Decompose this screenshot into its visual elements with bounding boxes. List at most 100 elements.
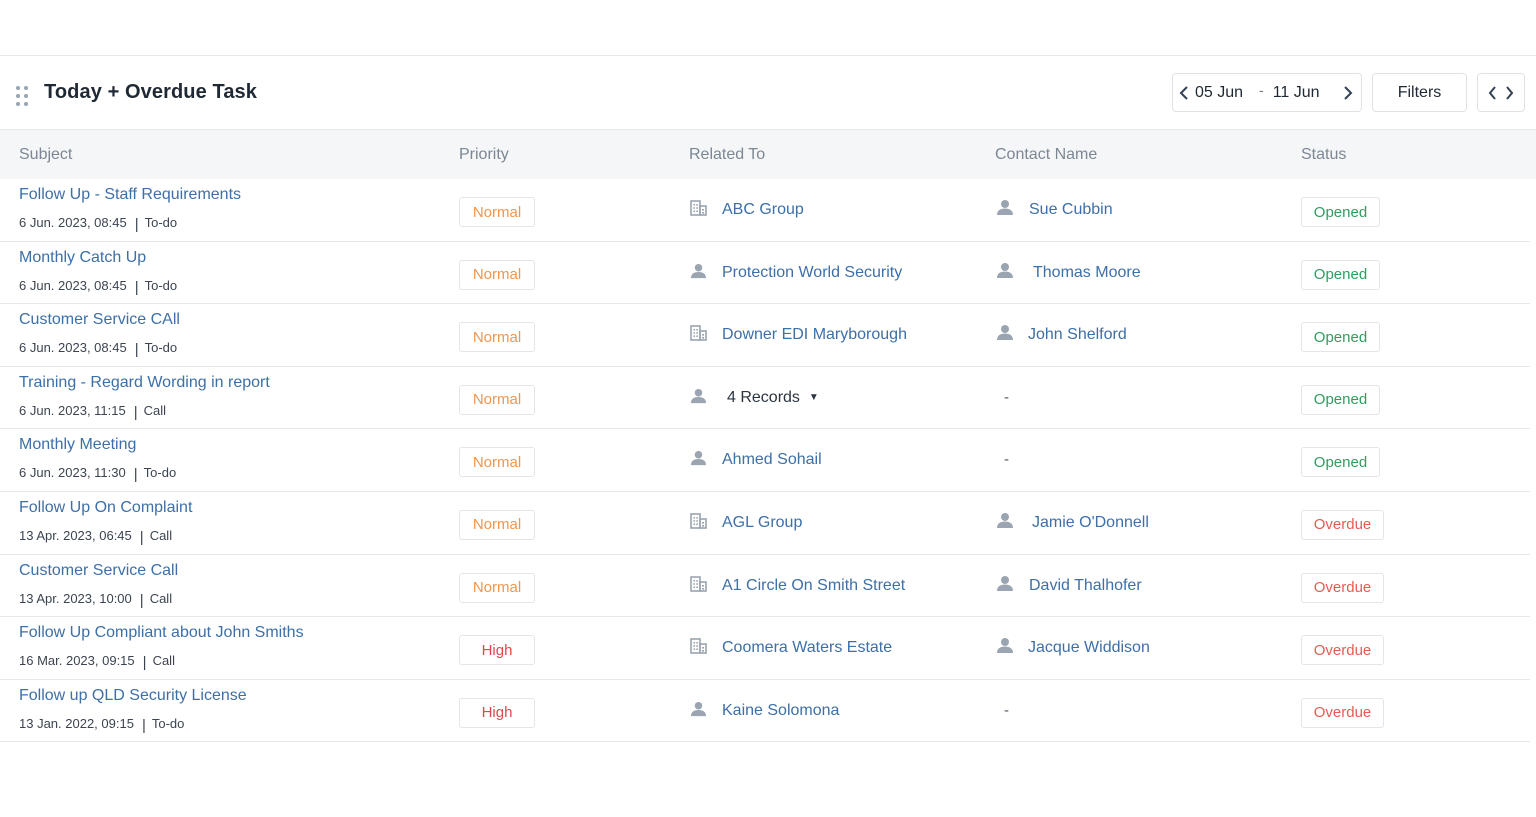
building-icon [690, 200, 707, 216]
person-icon [996, 199, 1014, 216]
contact-name-link[interactable]: David Thalhofer [1029, 577, 1142, 595]
task-meta: 13 Jan. 2022, 09:15 | To-do [19, 715, 185, 734]
column-header-subject[interactable]: Subject [19, 146, 72, 164]
meta-divider: | [134, 278, 139, 296]
building-icon [690, 575, 707, 592]
task-datetime: 13 Apr. 2023, 06:45 [19, 527, 132, 543]
building-icon [690, 638, 707, 654]
column-header-related-to[interactable]: Related To [689, 146, 765, 164]
task-type: To-do [151, 715, 185, 731]
column-header-contact-name[interactable]: Contact Name [995, 146, 1097, 164]
table-row[interactable]: Monthly Catch Up 6 Jun. 2023, 08:45 | To-do… [0, 242, 1530, 305]
caret-down-icon: ▼ [808, 391, 819, 403]
status-badge: Overdue [1301, 697, 1384, 728]
task-meta: 6 Jun. 2023, 08:45 | To-do [19, 277, 178, 296]
contact-name-link[interactable]: Jamie O'Donnell [1032, 514, 1149, 532]
chevron-right-icon[interactable] [1337, 74, 1359, 111]
task-subject-link[interactable]: Follow Up On Complaint [19, 499, 192, 517]
related-to-link[interactable]: AGL Group [722, 514, 802, 532]
table-row[interactable]: Monthly Meeting 6 Jun. 2023, 11:30 | To-do N… [0, 429, 1530, 492]
related-to-link[interactable]: Kaine Solomona [722, 702, 839, 720]
task-meta: 6 Jun. 2023, 08:45 | To-do [19, 214, 177, 233]
widget-title: Today + Overdue Task [44, 81, 258, 103]
priority-badge: Normal [459, 509, 535, 540]
meta-divider: | [134, 341, 139, 359]
related-records-dropdown[interactable]: 4 Records ▼ [727, 389, 819, 407]
related-to-link[interactable]: ABC Group [722, 201, 804, 219]
related-to-link[interactable]: Protection World Security [722, 264, 902, 282]
contact-empty: - [1004, 388, 1009, 406]
date-range-picker[interactable]: 05 Jun - 11 Jun [1172, 73, 1362, 112]
task-meta: 6 Jun. 2023, 11:30 | To-do [19, 464, 176, 484]
contact-name-link[interactable]: Jacque Widdison [1028, 639, 1150, 657]
meta-divider: | [139, 528, 144, 546]
person-icon [690, 450, 707, 466]
meta-divider: | [133, 403, 138, 421]
person-icon [690, 388, 707, 404]
filters-button[interactable]: Filters [1372, 73, 1467, 112]
column-header-status[interactable]: Status [1301, 146, 1346, 164]
task-subject-link[interactable]: Customer Service Call [19, 562, 178, 580]
table-body: Follow Up - Staff Requirements 6 Jun. 202… [0, 179, 1536, 743]
task-datetime: 6 Jun. 2023, 11:30 [19, 465, 126, 481]
contact-empty: - [1004, 701, 1009, 719]
priority-badge: Normal [459, 322, 535, 353]
task-datetime: 6 Jun. 2023, 11:15 [19, 402, 126, 418]
related-to-link[interactable]: Ahmed Sohail [722, 451, 822, 469]
task-subject-link[interactable]: Follow Up Compliant about John Smiths [19, 624, 304, 642]
priority-badge: Normal [459, 197, 535, 227]
task-datetime: 16 Mar. 2023, 09:15 [19, 653, 135, 669]
status-badge: Overdue [1301, 635, 1384, 666]
expand-button[interactable] [1477, 73, 1525, 112]
related-to-link[interactable]: Coomera Waters Estate [722, 639, 892, 657]
task-subject-link[interactable]: Monthly Meeting [19, 436, 136, 454]
task-type: Call [149, 590, 173, 606]
task-datetime: 6 Jun. 2023, 08:45 [19, 340, 127, 356]
task-type: Call [143, 402, 167, 418]
task-subject-link[interactable]: Training - Regard Wording in report [19, 374, 270, 392]
task-type: To-do [144, 277, 178, 293]
contact-name-link[interactable]: Thomas Moore [1033, 264, 1141, 282]
status-badge: Opened [1301, 447, 1380, 478]
contact-name-link[interactable]: Sue Cubbin [1029, 201, 1113, 219]
meta-divider: | [133, 466, 138, 484]
table-row[interactable]: Follow Up On Complaint 13 Apr. 2023, 06:4… [0, 492, 1530, 555]
related-to-link[interactable]: A1 Circle On Smith Street [722, 577, 905, 595]
status-badge: Opened [1301, 322, 1380, 353]
chevron-right-icon [1506, 85, 1514, 100]
meta-divider: | [141, 716, 146, 734]
priority-badge: Normal [459, 447, 535, 478]
priority-badge: High [459, 697, 535, 728]
task-subject-link[interactable]: Follow up QLD Security License [19, 687, 247, 705]
priority-badge: Normal [459, 259, 535, 290]
status-badge: Opened [1301, 197, 1380, 227]
column-header-priority[interactable]: Priority [459, 146, 509, 164]
date-start[interactable]: 05 Jun [1195, 84, 1243, 102]
chevron-left-icon[interactable] [1173, 74, 1195, 111]
contact-name-link[interactable]: John Shelford [1028, 326, 1127, 344]
table-row[interactable]: Follow up QLD Security License 13 Jan. 20… [0, 680, 1530, 743]
task-meta: 6 Jun. 2023, 11:15 | Call [19, 402, 167, 421]
drag-handle-icon[interactable] [16, 86, 28, 106]
person-icon [690, 701, 707, 717]
contact-empty: - [1004, 451, 1009, 469]
priority-badge: High [459, 635, 535, 666]
task-type: Call [149, 527, 173, 543]
meta-divider: | [142, 654, 147, 672]
person-icon [996, 575, 1014, 592]
task-subject-link[interactable]: Monthly Catch Up [19, 249, 146, 267]
task-meta: 13 Apr. 2023, 10:00 | Call [19, 590, 173, 609]
table-row[interactable]: Follow Up Compliant about John Smiths 16 … [0, 617, 1530, 680]
priority-badge: Normal [459, 384, 535, 415]
table-row[interactable]: Customer Service CAll 6 Jun. 2023, 08:45 |… [0, 304, 1530, 367]
priority-badge: Normal [459, 572, 535, 603]
date-end[interactable]: 11 Jun [1273, 84, 1320, 102]
table-row[interactable]: Training - Regard Wording in report 6 Jun… [0, 367, 1530, 430]
table-row[interactable]: Customer Service Call 13 Apr. 2023, 10:00… [0, 555, 1530, 618]
related-records-label: 4 Records [727, 388, 800, 406]
task-subject-link[interactable]: Follow Up - Staff Requirements [19, 186, 241, 204]
related-to-link[interactable]: Downer EDI Maryborough [722, 326, 907, 344]
task-subject-link[interactable]: Customer Service CAll [19, 311, 180, 329]
table-row[interactable]: Follow Up - Staff Requirements 6 Jun. 202… [0, 179, 1530, 242]
status-badge: Opened [1301, 384, 1380, 415]
